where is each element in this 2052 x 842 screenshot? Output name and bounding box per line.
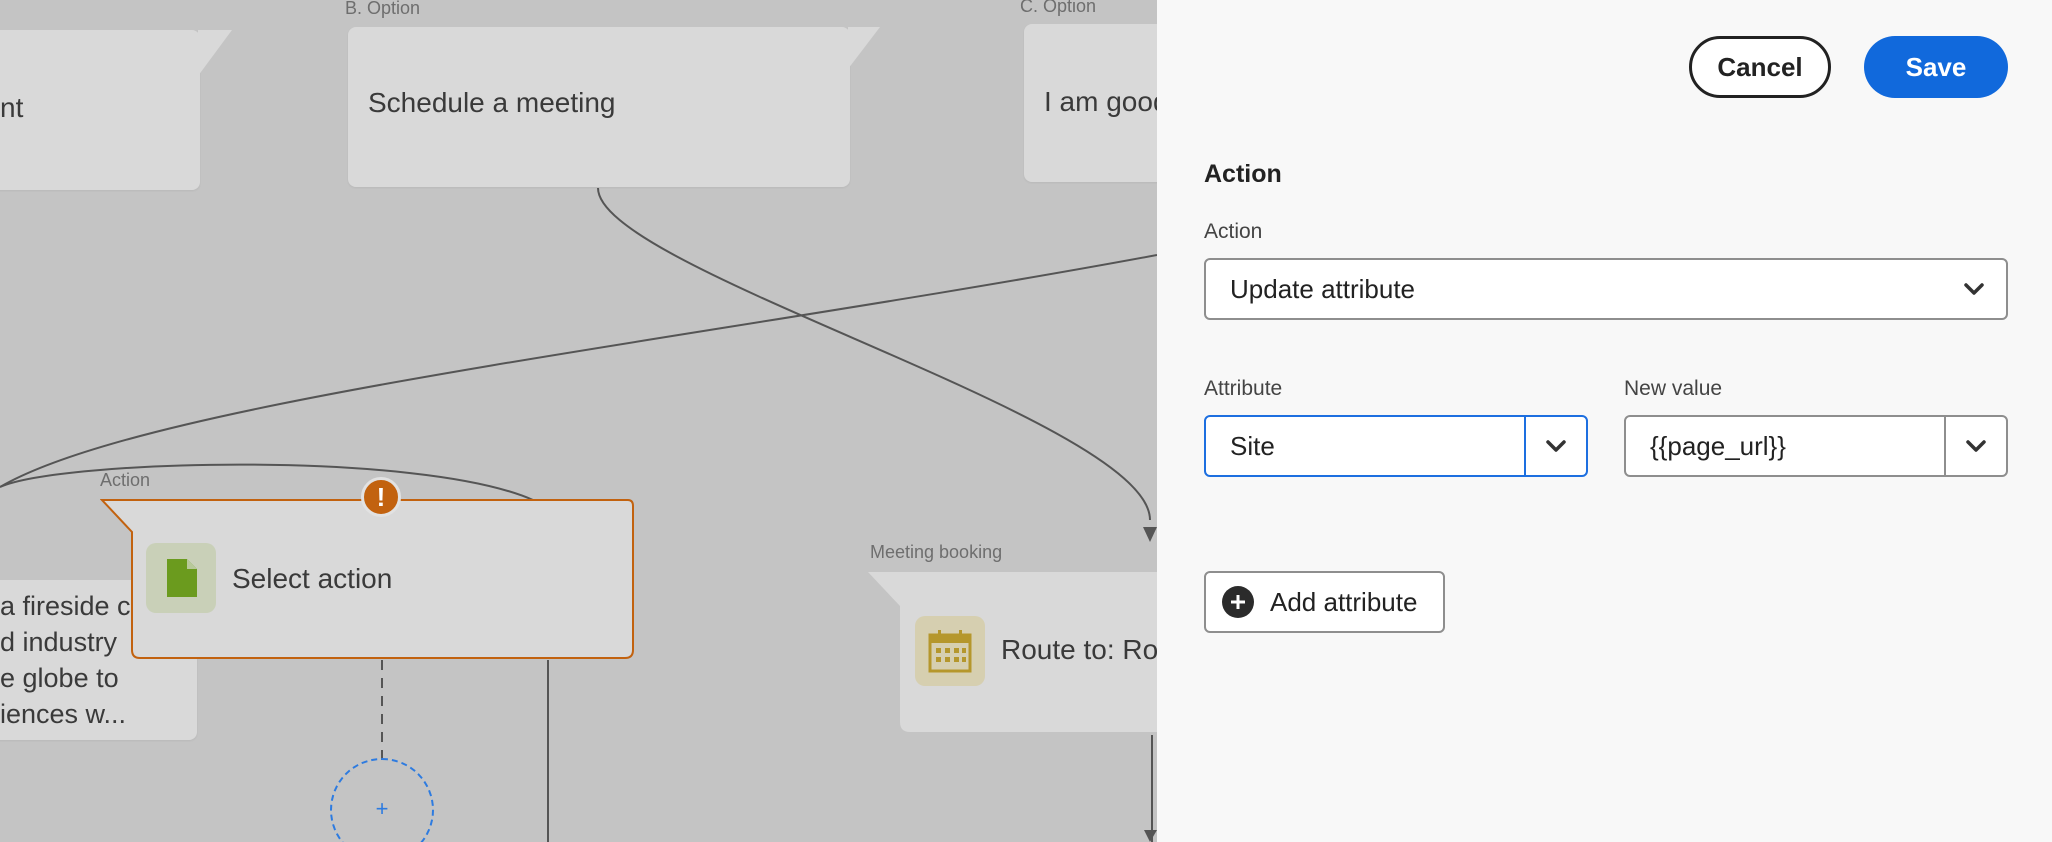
action-node-text: Select action [232,563,393,594]
option-card-a-text: nt [0,92,24,123]
attribute-combobox-value[interactable]: Site [1230,417,1275,475]
calendar-icon-tile [915,616,985,686]
option-card-b-text: Schedule a meeting [368,87,616,118]
action-field-label: Action [1204,220,1263,243]
option-card-b-tab [848,27,880,69]
option-card-c-text: I am good [1044,86,1157,117]
arrow-head-bottom [1144,830,1157,842]
option-c-label: C. Option [1020,0,1097,16]
connection-loop-top [0,463,534,501]
chevron-down-icon[interactable] [1944,417,2006,475]
connection-b-to-meeting [597,187,1151,521]
new-value-combobox[interactable]: {{page_url}} [1624,415,2008,477]
add-attribute-label: Add attribute [1270,586,1418,617]
warning-symbol: ! [376,481,386,512]
connection-incoming [0,254,1157,488]
save-button[interactable]: Save [1864,36,2008,98]
add-circle-icon [1222,586,1254,618]
add-attribute-button[interactable]: Add attribute [1204,571,1445,633]
message-line-4: iences w... [0,699,127,729]
document-icon [167,559,197,597]
calendar-icon [928,630,972,673]
warning-icon[interactable]: ! [361,477,401,517]
option-card-b[interactable]: Schedule a meeting [348,27,850,187]
meeting-node-text: Route to: Rou [1001,634,1157,665]
flow-canvas[interactable]: nt B. Option Schedule a meeting C. Optio… [0,0,1157,842]
option-card-a[interactable]: nt [0,30,200,190]
new-value-field-label: New value [1624,377,1723,400]
action-select[interactable]: Update attribute [1204,258,2008,320]
attribute-field-label: Attribute [1204,377,1283,400]
option-b-label: B. Option [345,0,421,18]
action-select-value: Update attribute [1230,274,1416,304]
section-title: Action [1204,160,1282,188]
arrow-head-meeting [1143,527,1157,542]
new-value-combobox-value[interactable]: {{page_url}} [1650,417,1786,475]
attribute-combobox[interactable]: Site [1204,415,1588,477]
option-card-c[interactable]: I am good [1024,24,1157,182]
action-node-label: Action [100,470,151,490]
action-settings-panel: Cancel Save Action Action Update attribu… [1157,0,2052,842]
option-card-a-tab [198,30,232,76]
add-step-symbol: + [375,796,389,821]
meeting-node-label: Meeting booking [870,542,1003,562]
document-icon-tile [146,543,216,613]
chevron-down-icon [1944,260,2004,318]
chevron-down-icon[interactable] [1524,417,1586,475]
message-line-3: e globe to [0,663,119,693]
cancel-button[interactable]: Cancel [1689,36,1831,98]
